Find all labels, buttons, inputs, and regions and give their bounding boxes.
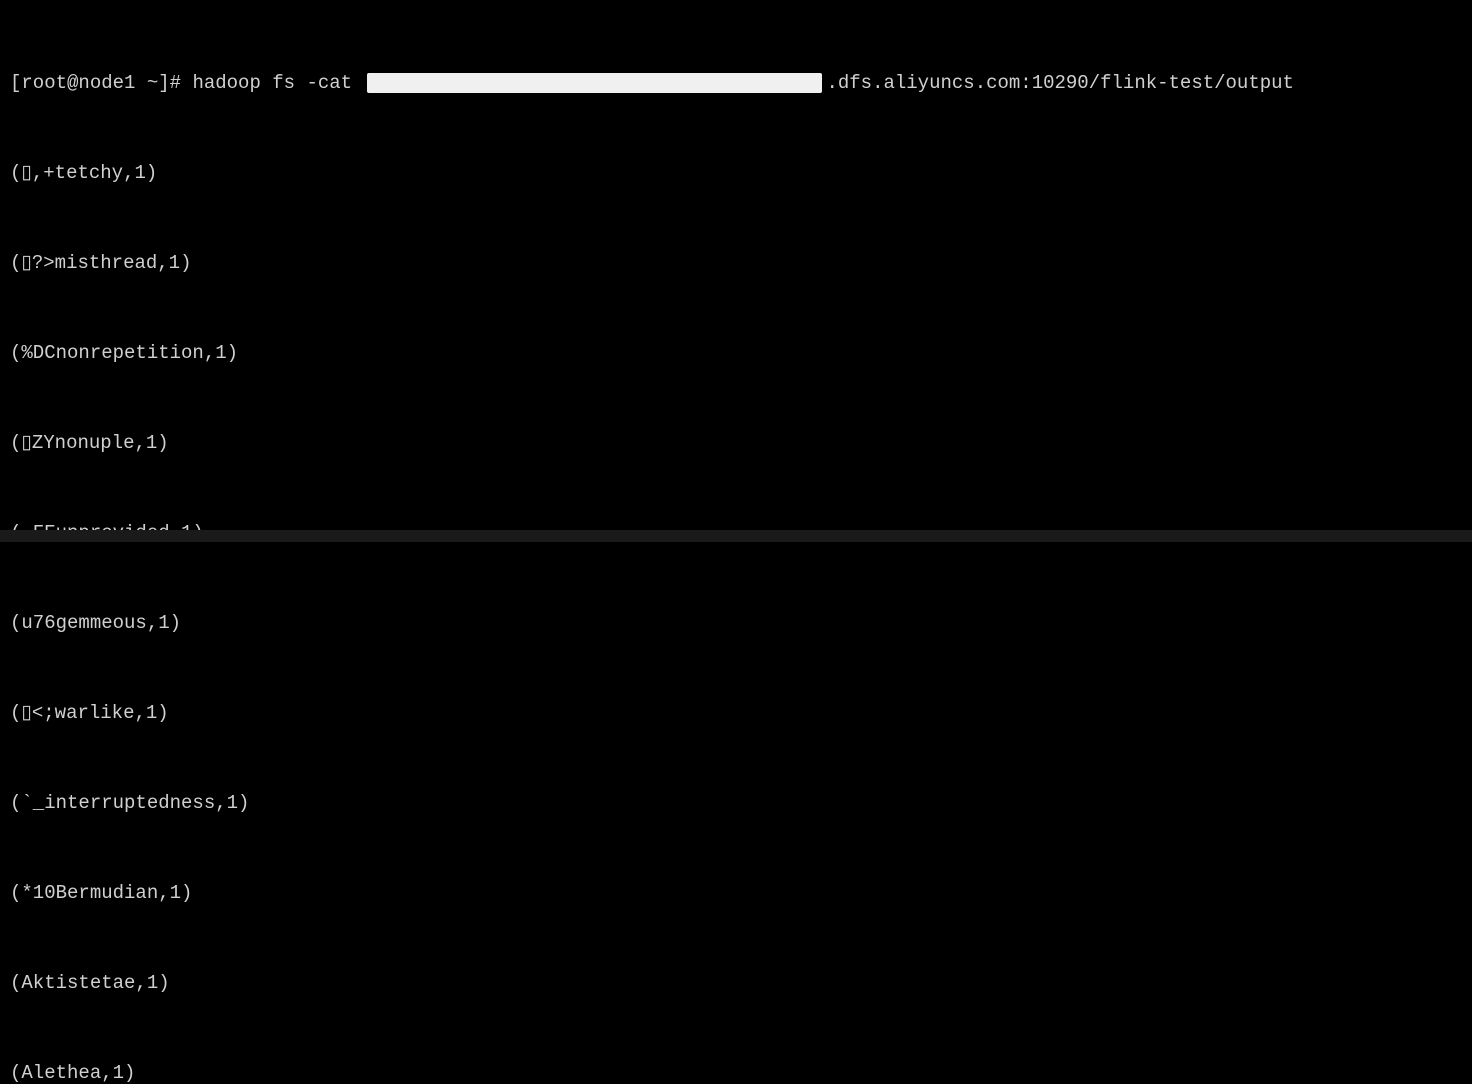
- output-line: (▯<;warlike,1): [10, 698, 1462, 728]
- output-line: (*10Bermudian,1): [10, 878, 1462, 908]
- command-suffix: .dfs.aliyuncs.com:10290/flink-test/outpu…: [826, 68, 1293, 98]
- redacted-url: [367, 73, 822, 93]
- output-line: (`_interruptedness,1): [10, 788, 1462, 818]
- output-line: (▯,+tetchy,1): [10, 158, 1462, 188]
- output-line: (▯ZYnonuple,1): [10, 428, 1462, 458]
- output-line: (Aktistetae,1): [10, 968, 1462, 998]
- output-line: (Alethea,1): [10, 1058, 1462, 1084]
- output-line: (%DCnonrepetition,1): [10, 338, 1462, 368]
- output-line: (▯?>misthread,1): [10, 248, 1462, 278]
- output-line: (u76gemmeous,1): [10, 608, 1462, 638]
- command-prefix: hadoop fs -cat: [192, 68, 363, 98]
- shell-prompt: [root@node1 ~]#: [10, 68, 192, 98]
- command-line: [root@node1 ~]# hadoop fs -cat .dfs.aliy…: [10, 68, 1462, 98]
- terminal-bottom-bar: [0, 530, 1472, 542]
- terminal-window[interactable]: [root@node1 ~]# hadoop fs -cat .dfs.aliy…: [10, 8, 1462, 1084]
